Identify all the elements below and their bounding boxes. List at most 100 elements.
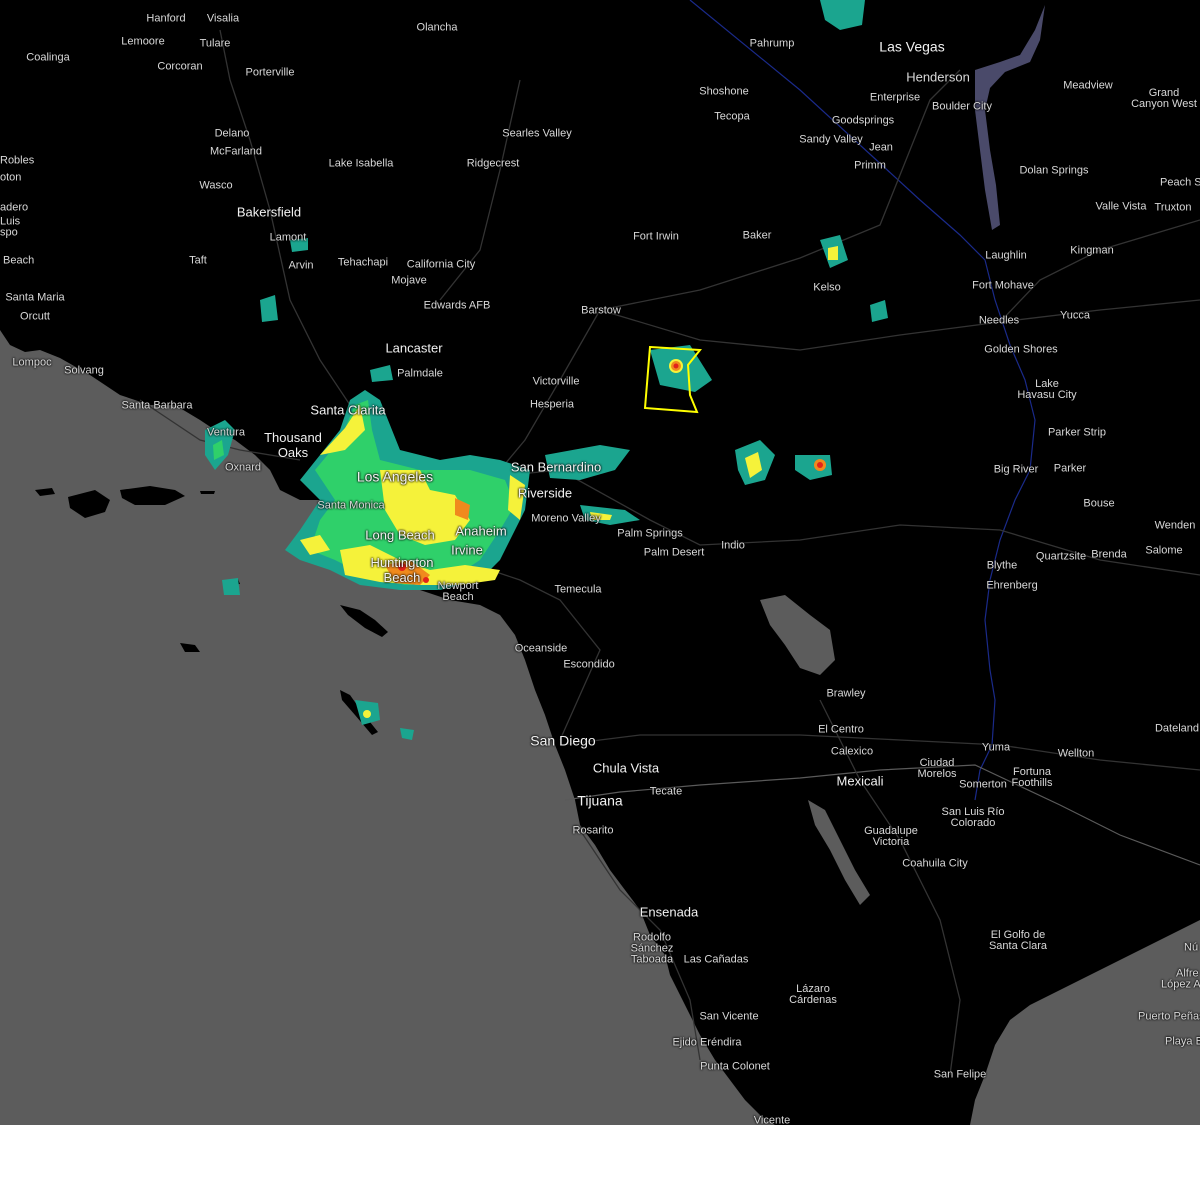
city-label-arvin: Arvin <box>288 259 314 272</box>
city-label-golden-shores: Golden Shores <box>984 343 1058 356</box>
city-label-moreno-valley: Moreno Valley <box>531 512 601 525</box>
city-label-huntington-beach: Huntington Beach <box>370 555 434 585</box>
salton-sea <box>760 595 835 675</box>
city-label-salome: Salome <box>1145 544 1183 557</box>
bottom-whitespace <box>0 1125 1200 1200</box>
city-label-las-vegas: Las Vegas <box>879 38 945 55</box>
city-label-mexicali: Mexicali <box>836 773 884 789</box>
city-label-palm-desert: Palm Desert <box>643 546 705 559</box>
city-label-laughlin: Laughlin <box>985 249 1027 262</box>
city-label-searles-valley: Searles Valley <box>502 127 572 140</box>
city-label-lazaro-cardenas: Lázaro Cárdenas <box>789 983 837 1006</box>
city-label-adero: adero <box>0 201 29 214</box>
city-label-tecate: Tecate <box>649 785 683 798</box>
city-label-spo: spo <box>0 226 18 239</box>
city-label-yucca: Yucca <box>1060 309 1090 322</box>
city-label-mojave: Mojave <box>391 274 427 287</box>
city-label-san-vicente: San Vicente <box>699 1010 759 1023</box>
city-label-guadalupe-victoria: Guadalupe Victoria <box>864 825 918 848</box>
city-label-indio: Indio <box>721 539 745 552</box>
city-label-edwards-afb: Edwards AFB <box>423 299 491 312</box>
city-label-porterville: Porterville <box>245 66 295 79</box>
city-label-robles: Robles <box>0 154 35 167</box>
city-label-san-bernardino: San Bernardino <box>510 459 602 475</box>
city-label-el-centro: El Centro <box>818 723 864 736</box>
laguna-salada <box>808 800 870 905</box>
city-label-los-angeles: Los Angeles <box>356 468 434 485</box>
city-label-las-canadas: Las Cañadas <box>683 953 749 966</box>
city-label-wellton: Wellton <box>1057 747 1095 760</box>
city-label-fort-irwin: Fort Irwin <box>633 230 679 243</box>
city-label-lamont: Lamont <box>269 231 307 244</box>
city-label-blythe: Blythe <box>986 559 1018 572</box>
city-label-lemoore: Lemoore <box>121 35 165 48</box>
city-label-quartzsite: Quartzsite <box>1035 550 1087 563</box>
city-label-santa-clarita: Santa Clarita <box>310 402 386 418</box>
city-label-enterprise: Enterprise <box>869 91 921 104</box>
city-label-lompoc: Lompoc <box>12 356 52 369</box>
city-label-irvine: Irvine <box>451 542 483 558</box>
city-label-kelso: Kelso <box>813 281 841 294</box>
city-label-solvang: Solvang <box>64 364 104 377</box>
city-label-san-luis-rio-colorado: San Luis Río Colorado <box>941 806 1005 829</box>
city-label-chula-vista: Chula Vista <box>592 760 660 776</box>
city-label-el-golfo: El Golfo de Santa Clara <box>988 929 1048 952</box>
city-label-fortuna-foothills: Fortuna Foothills <box>1011 766 1053 789</box>
city-label-oton: oton <box>0 171 22 184</box>
city-label-beach: Beach <box>3 254 35 267</box>
city-label-rodolfo-sanchez-taboada: Rodolfo Sánchez Taboada <box>630 931 674 966</box>
city-label-oceanside: Oceanside <box>514 642 568 655</box>
city-label-tecopa: Tecopa <box>714 110 750 123</box>
city-label-long-beach: Long Beach <box>365 527 435 543</box>
city-label-wasco: Wasco <box>199 179 233 192</box>
city-label-santa-barbara: Santa Barbara <box>121 399 193 412</box>
city-label-ventura: Ventura <box>207 426 245 439</box>
city-label-needles: Needles <box>978 314 1020 327</box>
city-label-somerton: Somerton <box>959 778 1007 791</box>
city-label-hesperia: Hesperia <box>529 398 575 411</box>
city-label-rosarito: Rosarito <box>572 824 614 837</box>
city-label-bouse: Bouse <box>1083 497 1115 510</box>
city-label-meadview: Meadview <box>1063 79 1113 92</box>
city-label-shoshone: Shoshone <box>699 85 749 98</box>
city-label-calexico: Calexico <box>830 745 874 758</box>
city-label-hanford: Hanford <box>146 12 186 25</box>
city-label-tijuana: Tijuana <box>577 792 623 809</box>
city-label-baker: Baker <box>742 229 772 242</box>
city-label-primm: Primm <box>854 159 886 172</box>
city-label-parker: Parker <box>1053 462 1087 475</box>
city-label-orcutt: Orcutt <box>20 310 50 323</box>
city-label-oxnard: Oxnard <box>224 461 262 474</box>
city-label-peach-s: Peach S <box>1160 176 1200 189</box>
city-label-escondido: Escondido <box>563 658 615 671</box>
city-label-newport-beach: Newport Beach <box>437 580 479 603</box>
city-label-coahuila-city: Coahuila City <box>902 857 968 870</box>
city-label-delano: Delano <box>214 127 250 140</box>
city-label-visalia: Visalia <box>206 12 240 25</box>
radar-map[interactable]: Hanford Visalia Lemoore Tulare Coalinga … <box>0 0 1200 1125</box>
city-label-lake-isabella: Lake Isabella <box>328 157 394 170</box>
city-label-fort-mohave: Fort Mohave <box>972 279 1034 292</box>
city-label-tulare: Tulare <box>199 37 231 50</box>
city-label-pahrump: Pahrump <box>749 37 795 50</box>
city-label-san-felipe: San Felipe <box>933 1068 987 1081</box>
city-label-mcfarland: McFarland <box>210 145 262 158</box>
city-label-california-city: California City <box>406 258 476 271</box>
city-label-brawley: Brawley <box>826 687 866 700</box>
city-label-ensenada: Ensenada <box>639 904 699 920</box>
island-anacapa <box>200 491 215 494</box>
city-label-corcoran: Corcoran <box>157 60 203 73</box>
city-label-riverside: Riverside <box>517 485 573 501</box>
city-label-bakersfield: Bakersfield <box>236 204 302 220</box>
city-label-taft: Taft <box>189 254 207 267</box>
city-label-kingman: Kingman <box>1070 244 1114 257</box>
city-label-sandy-valley: Sandy Valley <box>799 133 863 146</box>
city-label-ehrenberg: Ehrenberg <box>986 579 1038 592</box>
city-label-tehachapi: Tehachapi <box>337 256 389 269</box>
city-label-grand-canyon-west: Grand Canyon West <box>1131 87 1197 110</box>
city-label-coalinga: Coalinga <box>26 51 70 64</box>
city-label-ciudad-morelos: Ciudad Morelos <box>917 757 957 780</box>
city-label-palmdale: Palmdale <box>397 367 443 380</box>
city-label-santa-maria: Santa Maria <box>5 291 65 304</box>
city-label-playa-b: Playa B <box>1165 1035 1200 1048</box>
